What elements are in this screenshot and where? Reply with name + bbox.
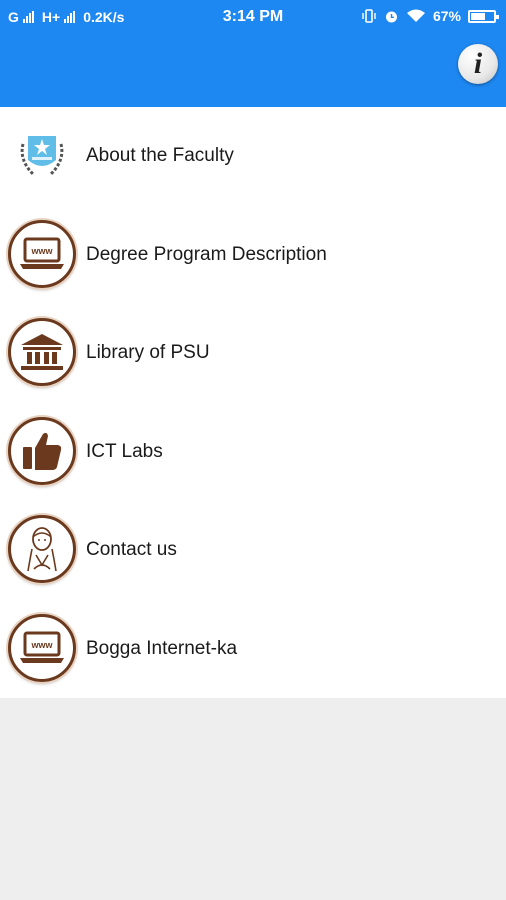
www-laptop-icon: www: [8, 219, 76, 288]
menu-item-contact-us[interactable]: Contact us: [0, 501, 506, 600]
empty-area: [0, 698, 506, 900]
info-button[interactable]: i: [458, 44, 498, 84]
menu-item-library[interactable]: Library of PSU: [0, 304, 506, 403]
vibrate-icon: [362, 9, 376, 23]
app-header: G H+ 0.2K/s 3:14 PM 67% i: [0, 0, 506, 107]
menu-item-label: About the Faculty: [86, 145, 234, 166]
menu-item-degree-program[interactable]: www Degree Program Description: [0, 206, 506, 305]
menu-list: About the Faculty www Degree Program Des…: [0, 107, 506, 698]
menu-item-label: Degree Program Description: [86, 243, 327, 265]
menu-item-label: Library of PSU: [86, 342, 210, 363]
laptop-screen-text: www: [30, 246, 53, 256]
menu-item-label: ICT Labs: [86, 440, 163, 462]
wifi-icon: [406, 9, 425, 22]
battery-icon: [468, 9, 499, 23]
menu-item-ict-labs[interactable]: ICT Labs: [0, 403, 506, 502]
status-bar: G H+ 0.2K/s 3:14 PM 67%: [0, 0, 506, 34]
laptop-screen-text: www: [30, 640, 53, 650]
battery-percent: 67%: [432, 8, 461, 24]
library-building-icon: [8, 318, 76, 386]
alarm-icon: [385, 11, 397, 22]
menu-item-about-faculty[interactable]: About the Faculty: [0, 107, 506, 206]
menu-item-label: Bogga Internet-ka: [86, 637, 238, 659]
menu-item-label: Contact us: [86, 539, 177, 560]
menu-item-bogga-internet[interactable]: www Bogga Internet-ka: [0, 600, 506, 699]
contact-person-icon: [8, 515, 76, 583]
thumbs-up-icon: [8, 416, 76, 485]
www-laptop-icon: www: [8, 613, 76, 682]
faculty-crest-icon: [8, 121, 76, 189]
